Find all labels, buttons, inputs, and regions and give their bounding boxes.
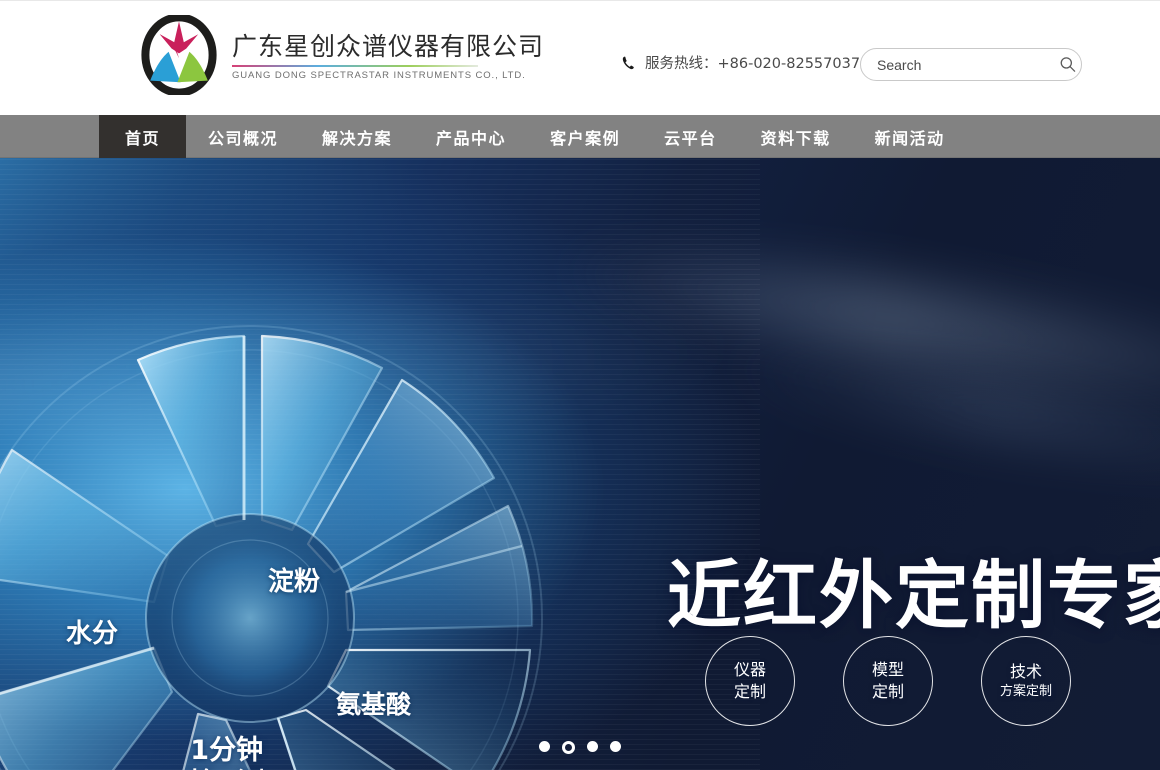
nav-item-company-overview[interactable]: 公司概况 — [186, 115, 300, 158]
hero-service-badges: 仪器 定制 模型 定制 技术 方案定制 — [705, 636, 1071, 726]
nav-item-news[interactable]: 新闻活动 — [853, 115, 967, 158]
badge-line1: 仪器 — [733, 660, 766, 680]
hero-headline: 近红外定制专家 — [667, 553, 1160, 639]
badge-line2: 定制 — [733, 682, 766, 701]
company-name-cn: 广东星创众谱仪器有限公司 — [232, 31, 545, 61]
nav-item-downloads[interactable]: 资料下载 — [739, 115, 853, 158]
nav-item-cloud-platform[interactable]: 云平台 — [642, 115, 739, 158]
search-box[interactable] — [860, 48, 1082, 81]
nir-analysis-wheel-graphic: 淀粉 水分 氨基酸 蛋白 其他 纤维 脂肪 1分钟 检 测 — [0, 308, 620, 770]
search-icon[interactable] — [1058, 55, 1077, 74]
carousel-indicators — [0, 741, 1160, 754]
logo-divider — [232, 65, 478, 68]
contact-hotline: 服务热线：+86-020-82557037 — [620, 52, 860, 73]
company-name-en: GUANG DONG SPECTRASTAR INSTRUMENTS CO., … — [232, 70, 526, 82]
hotline-text: 服务热线：+86-020-82557037 — [645, 56, 861, 72]
badge-line2: 定制 — [871, 682, 904, 701]
company-logo-mark — [141, 15, 217, 95]
nav-item-solutions[interactable]: 解决方案 — [300, 115, 414, 158]
nav-item-products[interactable]: 产品中心 — [414, 115, 528, 158]
nav-item-customer-cases[interactable]: 客户案例 — [528, 115, 642, 158]
nav-left-spacer — [0, 115, 99, 158]
badge-line2: 方案定制 — [999, 684, 1052, 700]
logo-text-block: 广东星创众谱仪器有限公司 GUANG DONG SPECTRASTAR INST… — [232, 29, 545, 82]
hero-banner: 淀粉 水分 氨基酸 蛋白 其他 纤维 脂肪 1分钟 检 测 近红外定制专家 仪器… — [0, 158, 1160, 770]
carousel-dot-3[interactable] — [587, 741, 598, 752]
phone-icon — [622, 56, 634, 69]
badge-model-customization[interactable]: 模型 定制 — [843, 636, 933, 726]
badge-instrument-customization[interactable]: 仪器 定制 — [705, 636, 795, 726]
site-header: 广东星创众谱仪器有限公司 GUANG DONG SPECTRASTAR INST… — [0, 0, 1160, 115]
carousel-dot-2[interactable] — [562, 741, 575, 754]
nav-item-home[interactable]: 首页 — [99, 115, 187, 158]
light-streak-decoration-2 — [700, 336, 1160, 486]
wheel-svg — [0, 325, 543, 770]
carousel-dot-4[interactable] — [610, 741, 621, 752]
search-input[interactable] — [877, 56, 1058, 73]
badge-line1: 模型 — [871, 660, 904, 680]
badge-line1: 技术 — [1009, 662, 1042, 682]
site-logo[interactable]: 广东星创众谱仪器有限公司 GUANG DONG SPECTRASTAR INST… — [138, 15, 544, 95]
badge-technical-solution-customization[interactable]: 技术 方案定制 — [981, 636, 1071, 726]
page-root: 广东星创众谱仪器有限公司 GUANG DONG SPECTRASTAR INST… — [0, 0, 1160, 770]
carousel-dot-1[interactable] — [539, 741, 550, 752]
main-navigation: 首页 公司概况 解决方案 产品中心 客户案例 云平台 资料下载 新闻活动 — [0, 115, 1160, 158]
light-streak-decoration — [539, 228, 1160, 418]
